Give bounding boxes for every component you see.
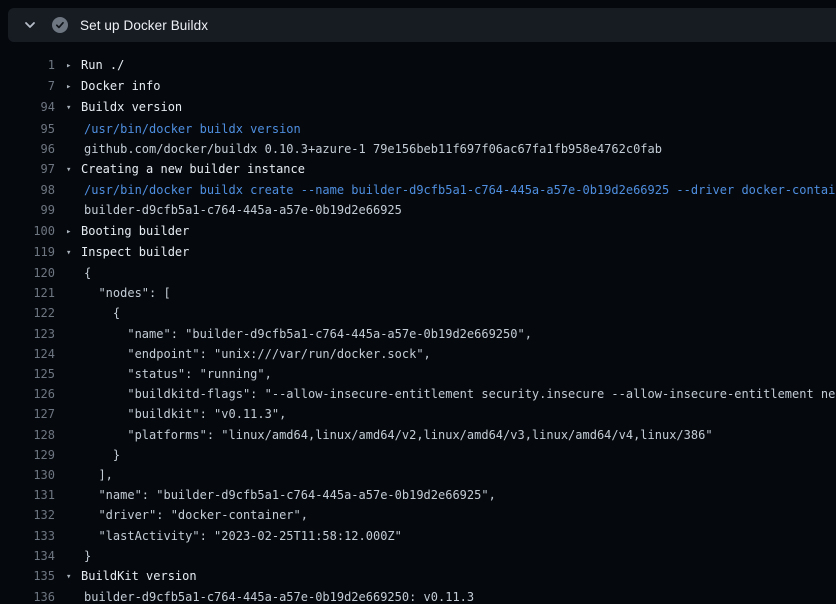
line-text: "name": "builder-d9cfb5a1-c764-445a-a57e… <box>84 327 532 341</box>
line-text: Buildx version <box>81 100 182 114</box>
log-line: 127 "buildkit": "v0.11.3", <box>0 404 836 424</box>
chevron-down-icon[interactable] <box>22 17 38 33</box>
line-number[interactable]: 98 <box>0 180 55 200</box>
log-line: 122 { <box>0 303 836 323</box>
line-text: builder-d9cfb5a1-c764-445a-a57e-0b19d2e6… <box>84 203 402 217</box>
log-line: 125 "status": "running", <box>0 364 836 384</box>
line-text: Run ./ <box>81 58 124 72</box>
line-number[interactable]: 95 <box>0 119 55 139</box>
log-line: 131 "name": "builder-d9cfb5a1-c764-445a-… <box>0 485 836 505</box>
line-number[interactable]: 119 <box>0 242 55 263</box>
line-number[interactable]: 127 <box>0 404 55 424</box>
line-number[interactable]: 97 <box>0 159 55 180</box>
log-line: 134 } <box>0 546 836 566</box>
line-number[interactable]: 96 <box>0 139 55 159</box>
line-number[interactable]: 124 <box>0 344 55 364</box>
line-number[interactable]: 99 <box>0 200 55 220</box>
line-number[interactable]: 130 <box>0 465 55 485</box>
line-number[interactable]: 129 <box>0 445 55 465</box>
line-text: ], <box>84 468 113 482</box>
log-line[interactable]: 94 ▾Buildx version <box>0 97 836 118</box>
group-marker-icon[interactable]: ▾ <box>66 160 81 180</box>
line-number[interactable]: 7 <box>0 76 55 97</box>
log-line: 130 ], <box>0 465 836 485</box>
line-number[interactable]: 131 <box>0 485 55 505</box>
line-text: "buildkit": "v0.11.3", <box>84 407 286 421</box>
line-number[interactable]: 122 <box>0 303 55 323</box>
group-marker-icon[interactable]: ▸ <box>66 56 81 76</box>
log-line[interactable]: 119 ▾Inspect builder <box>0 242 836 263</box>
log-line: 132 "driver": "docker-container", <box>0 505 836 525</box>
line-text: "platforms": "linux/amd64,linux/amd64/v2… <box>84 428 713 442</box>
line-number[interactable]: 132 <box>0 505 55 525</box>
line-text: Booting builder <box>81 224 189 238</box>
line-text: { <box>84 306 120 320</box>
log-lines: 1 ▸Run ./ 7 ▸Docker info 94 ▾Buildx vers… <box>0 42 836 604</box>
line-text: } <box>84 549 91 563</box>
log-line: 95 /usr/bin/docker buildx version <box>0 119 836 139</box>
line-number[interactable]: 126 <box>0 384 55 404</box>
line-text: BuildKit version <box>81 569 197 583</box>
log-line: 120 { <box>0 263 836 283</box>
log-line[interactable]: 100 ▸Booting builder <box>0 221 836 242</box>
group-marker-icon[interactable]: ▸ <box>66 222 81 242</box>
line-text: github.com/docker/buildx 0.10.3+azure-1 … <box>84 142 662 156</box>
line-text: "status": "running", <box>84 367 272 381</box>
line-number[interactable]: 134 <box>0 546 55 566</box>
group-marker-icon[interactable]: ▾ <box>66 98 81 118</box>
log-line[interactable]: 135 ▾BuildKit version <box>0 566 836 587</box>
line-number[interactable]: 100 <box>0 221 55 242</box>
line-text: "buildkitd-flags": "--allow-insecure-ent… <box>84 387 836 401</box>
log-line: 124 "endpoint": "unix:///var/run/docker.… <box>0 344 836 364</box>
line-number[interactable]: 1 <box>0 55 55 76</box>
line-number[interactable]: 94 <box>0 97 55 118</box>
log-line[interactable]: 7 ▸Docker info <box>0 76 836 97</box>
line-number[interactable]: 135 <box>0 566 55 587</box>
log-line: 136 builder-d9cfb5a1-c764-445a-a57e-0b19… <box>0 587 836 604</box>
line-text: "nodes": [ <box>84 286 171 300</box>
line-number[interactable]: 133 <box>0 526 55 546</box>
log-line[interactable]: 97 ▾Creating a new builder instance <box>0 159 836 180</box>
log-line: 128 "platforms": "linux/amd64,linux/amd6… <box>0 425 836 445</box>
log-line: 99 builder-d9cfb5a1-c764-445a-a57e-0b19d… <box>0 200 836 220</box>
line-text: Creating a new builder instance <box>81 162 305 176</box>
step-title: Set up Docker Buildx <box>80 18 208 33</box>
line-text: "name": "builder-d9cfb5a1-c764-445a-a57e… <box>84 488 496 502</box>
line-text: "endpoint": "unix:///var/run/docker.sock… <box>84 347 431 361</box>
line-number[interactable]: 123 <box>0 324 55 344</box>
log-line: 123 "name": "builder-d9cfb5a1-c764-445a-… <box>0 324 836 344</box>
status-check-icon <box>52 17 68 33</box>
log-line: 129 } <box>0 445 836 465</box>
line-text: /usr/bin/docker buildx version <box>84 122 301 136</box>
line-text: { <box>84 266 91 280</box>
group-marker-icon[interactable]: ▸ <box>66 77 81 97</box>
line-text: Inspect builder <box>81 245 189 259</box>
log-line: 126 "buildkitd-flags": "--allow-insecure… <box>0 384 836 404</box>
line-number[interactable]: 125 <box>0 364 55 384</box>
line-text: } <box>84 448 120 462</box>
line-text: "lastActivity": "2023-02-25T11:58:12.000… <box>84 529 402 543</box>
line-text: "driver": "docker-container", <box>84 508 308 522</box>
line-number[interactable]: 128 <box>0 425 55 445</box>
line-number[interactable]: 120 <box>0 263 55 283</box>
line-number[interactable]: 136 <box>0 587 55 604</box>
line-text: /usr/bin/docker buildx create --name bui… <box>84 183 836 197</box>
log-line: 121 "nodes": [ <box>0 283 836 303</box>
group-marker-icon[interactable]: ▾ <box>66 243 81 263</box>
log-line: 96 github.com/docker/buildx 0.10.3+azure… <box>0 139 836 159</box>
step-header[interactable]: Set up Docker Buildx <box>8 8 836 42</box>
line-text: Docker info <box>81 79 160 93</box>
line-number[interactable]: 121 <box>0 283 55 303</box>
log-line: 133 "lastActivity": "2023-02-25T11:58:12… <box>0 526 836 546</box>
log-line[interactable]: 1 ▸Run ./ <box>0 55 836 76</box>
line-text: builder-d9cfb5a1-c764-445a-a57e-0b19d2e6… <box>84 590 474 604</box>
log-line: 98 /usr/bin/docker buildx create --name … <box>0 180 836 200</box>
group-marker-icon[interactable]: ▾ <box>66 567 81 587</box>
